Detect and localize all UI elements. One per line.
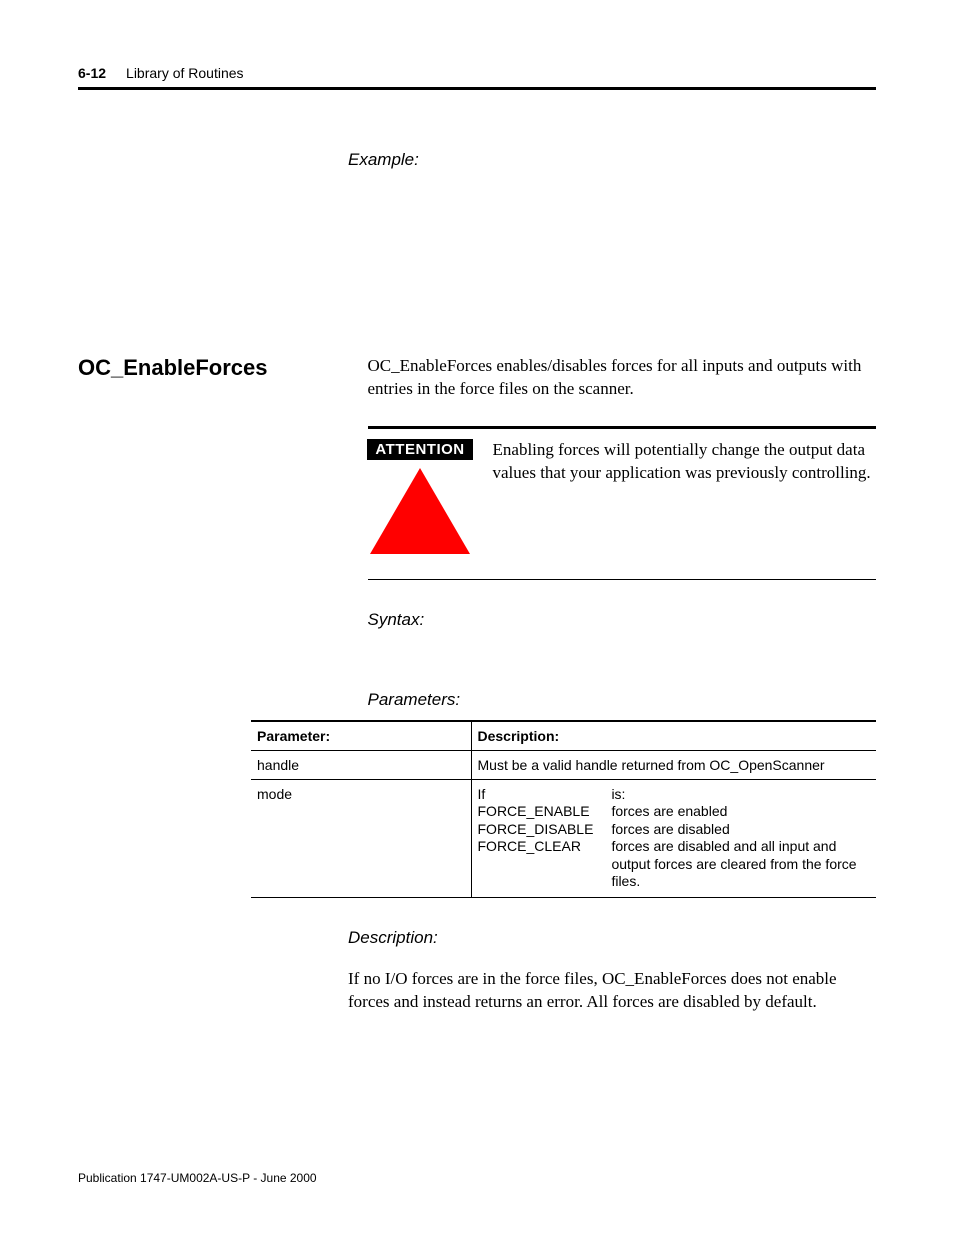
table-row: mode If is: FORCE_ENABLE forces are enab…: [251, 779, 876, 897]
mode-item-name: FORCE_CLEAR: [478, 838, 594, 891]
attention-label: ATTENTION: [367, 439, 472, 460]
warning-triangle-icon: [370, 468, 470, 554]
mode-item-desc: forces are disabled: [611, 821, 870, 839]
param-desc: Must be a valid handle returned from OC_…: [471, 750, 876, 779]
page-number: 6-12: [78, 65, 106, 81]
mode-item-name: FORCE_DISABLE: [478, 821, 594, 839]
mode-item-desc: forces are disabled and all input and ou…: [611, 838, 870, 891]
section-intro: OC_EnableForces enables/disables forces …: [368, 355, 876, 401]
attention-block: ATTENTION Enabling forces will potential…: [368, 426, 876, 580]
footer-publication: Publication 1747-UM002A-US-P - June 2000: [78, 1171, 317, 1185]
section-title: OC_EnableForces: [78, 355, 268, 710]
description-label: Description:: [348, 928, 876, 948]
mode-if: If: [478, 786, 594, 804]
parameters-label: Parameters:: [368, 690, 876, 710]
header-title: Library of Routines: [126, 65, 244, 81]
parameters-table: Parameter: Description: handle Must be a…: [251, 720, 876, 898]
table-row: handle Must be a valid handle returned f…: [251, 750, 876, 779]
example-label: Example:: [348, 150, 876, 170]
page-header: 6-12 Library of Routines: [78, 65, 876, 90]
mode-is: is:: [611, 786, 870, 804]
col-header-description: Description:: [471, 721, 876, 751]
description-body: If no I/O forces are in the force files,…: [348, 968, 876, 1014]
param-name: mode: [251, 779, 471, 897]
syntax-label: Syntax:: [368, 610, 876, 630]
attention-text: Enabling forces will potentially change …: [493, 439, 876, 554]
col-header-parameter: Parameter:: [251, 721, 471, 751]
mode-item-desc: forces are enabled: [611, 803, 870, 821]
param-desc: If is: FORCE_ENABLE forces are enabled F…: [471, 779, 876, 897]
param-name: handle: [251, 750, 471, 779]
mode-item-name: FORCE_ENABLE: [478, 803, 594, 821]
